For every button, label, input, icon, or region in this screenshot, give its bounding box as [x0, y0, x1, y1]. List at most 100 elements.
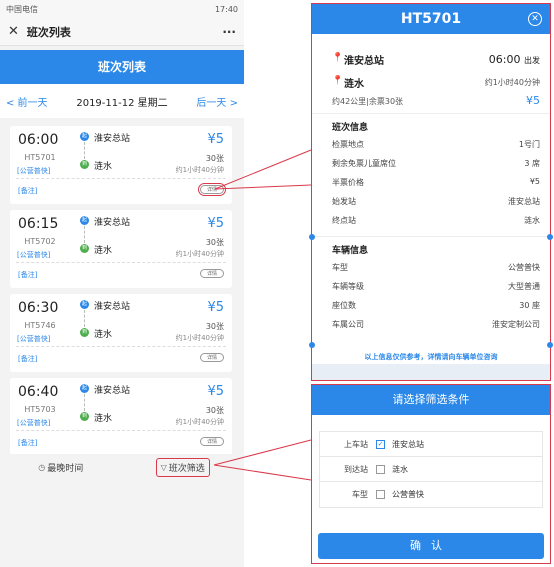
info-label: 始发站	[332, 197, 356, 206]
detail-button[interactable]: 详情	[198, 183, 226, 196]
ticket-price: ¥5	[207, 216, 224, 231]
phone-screen: 中国电信 17:40 ✕ 班次列表 ··· 班次列表 < 前一天 2019-11…	[0, 0, 244, 567]
detail-button[interactable]: 详情	[200, 269, 224, 278]
filter-value: 涟水	[392, 464, 408, 474]
destination-dot-icon: 到	[80, 244, 89, 253]
bottom-bar: ◷ 最晚时间 ▽ 班次筛选	[0, 454, 244, 480]
detail-to-station: 涟水	[344, 79, 364, 90]
detail-depart-time: 06:00 出发	[488, 53, 540, 66]
panel-edge-knob	[309, 342, 315, 348]
origin-dot-icon: 起	[80, 132, 89, 141]
next-day-button[interactable]: 后一天 >	[196, 94, 238, 109]
trip-duration: 约1小时40分钟	[175, 250, 224, 258]
destination-dot-icon: 到	[80, 328, 89, 337]
status-bar: 中国电信 17:40	[0, 0, 244, 18]
destination-dot-icon: 到	[80, 160, 89, 169]
detail-disclaimer: 以上信息仅供参考，详情请向车辆单位咨询	[364, 353, 498, 361]
trip-duration: 约1小时40分钟	[175, 334, 224, 342]
detail-distance: 约42公里|余票30张	[332, 97, 404, 106]
panel-bottom-strip	[312, 364, 550, 380]
bus-type: [公营普快]	[17, 167, 51, 175]
filter-button[interactable]: ▽ 班次筛选	[155, 457, 210, 477]
origin-station: 淮安总站	[94, 302, 131, 312]
panel-edge-knob	[309, 234, 315, 240]
panel-edge-knob	[547, 342, 553, 348]
trip-duration: 约1小时40分钟	[175, 418, 224, 426]
destination-station: 涟水	[94, 330, 113, 340]
departure-time: 06:40	[18, 384, 59, 400]
destination-station: 涟水	[94, 246, 113, 256]
info-value: 淮安定制公司	[492, 320, 540, 329]
divider	[16, 262, 226, 263]
info-value: 3 席	[524, 159, 540, 168]
close-icon[interactable]: ✕	[528, 12, 542, 26]
confirm-button[interactable]: 确认	[318, 533, 544, 559]
note-link[interactable]: [备注]	[18, 270, 37, 280]
latest-time-button[interactable]: ◷ 最晚时间	[34, 459, 87, 476]
detail-from-station: 淮安总站	[344, 56, 384, 67]
origin-dot-icon: 起	[80, 384, 89, 393]
seats-left: 30张	[205, 154, 224, 163]
detail-price: ¥5	[526, 94, 540, 107]
filter-checkbox[interactable]: ✓	[376, 439, 385, 449]
destination-station: 涟水	[94, 414, 113, 424]
filter-row: 上车站 ✓ 淮安总站	[320, 432, 542, 457]
filter-panel: 请选择筛选条件 上车站 ✓ 淮安总站 到达站 涟水车型 公营普快 确认	[311, 384, 551, 564]
latest-time-label: 最晚时间	[47, 463, 84, 474]
trip-card[interactable]: 06:30 HT5746 [公营普快] 起到 淮安总站 涟水 ¥5 30张 约1小时40分钟 [备…	[10, 294, 232, 372]
info-label: 车辆等级	[332, 282, 364, 291]
info-row: 检票地点 1号门	[312, 135, 550, 154]
page-header: 班次列表	[0, 50, 244, 84]
info-label: 车属公司	[332, 320, 364, 329]
trip-duration: 约1小时40分钟	[175, 166, 224, 174]
note-link[interactable]: [备注]	[18, 438, 37, 448]
prev-day-button[interactable]: < 前一天	[6, 94, 48, 109]
filter-label: 班次筛选	[168, 463, 205, 474]
trip-card[interactable]: 06:40 HT5703 [公营普快] 起到 淮安总站 涟水 ¥5 30张 约1小时40分钟 [备…	[10, 378, 232, 456]
trip-code: HT5746	[24, 321, 56, 330]
info-label: 终点站	[332, 216, 356, 225]
origin-dot-icon: 起	[80, 216, 89, 225]
filter-label: 车型	[352, 490, 368, 499]
info-label: 剩余免票儿童席位	[332, 159, 396, 168]
filter-table: 上车站 ✓ 淮安总站 到达站 涟水车型 公营普快	[319, 431, 543, 508]
info-row: 车型 公营普快	[312, 258, 550, 277]
info-value: 淮安总站	[508, 197, 540, 206]
origin-station: 淮安总站	[94, 134, 131, 144]
note-link[interactable]: [备注]	[18, 354, 37, 364]
window-title: 班次列表	[26, 25, 71, 39]
divider	[16, 346, 226, 347]
trip-info-heading: 班次信息	[332, 123, 369, 133]
close-icon[interactable]: ✕	[8, 24, 19, 39]
info-value: 公营普快	[508, 263, 540, 272]
detail-button[interactable]: 详情	[200, 437, 224, 446]
filter-row: 到达站 涟水	[320, 457, 542, 482]
vehicle-info-heading: 车辆信息	[332, 246, 369, 256]
clock-icon: ◷	[38, 462, 46, 472]
info-value: 涟水	[524, 216, 540, 225]
detail-button[interactable]: 详情	[200, 353, 224, 362]
panel-edge-knob	[547, 234, 553, 240]
seats-left: 30张	[205, 322, 224, 331]
destination-dot-icon: 到	[80, 412, 89, 421]
trip-card[interactable]: 06:00 HT5701 [公营普快] 起到 淮安总站 涟水 ¥5 30张 约1小时40分钟 [备…	[10, 126, 232, 204]
info-row: 剩余免票儿童席位 3 席	[312, 154, 550, 173]
trip-card[interactable]: 06:15 HT5702 [公营普快] 起到 淮安总站 涟水 ¥5 30张 约1小时40分钟 [备…	[10, 210, 232, 288]
info-value: 30 座	[519, 301, 540, 310]
info-label: 半票价格	[332, 178, 364, 187]
filter-header: 请选择筛选条件	[312, 385, 550, 415]
route-line	[84, 142, 85, 159]
origin-dot-icon: 起	[80, 300, 89, 309]
info-value: 1号门	[518, 140, 540, 149]
location-pin-icon: 📍	[332, 76, 344, 86]
filter-checkbox[interactable]	[376, 464, 385, 474]
departure-time: 06:30	[18, 300, 59, 316]
bus-type: [公营普快]	[17, 251, 51, 259]
info-label: 车型	[332, 263, 348, 272]
departure-time: 06:15	[18, 216, 59, 232]
note-link[interactable]: [备注]	[18, 186, 37, 196]
detail-header: HT5701 ✕	[312, 4, 550, 34]
filter-value: 公营普快	[392, 490, 424, 499]
more-icon[interactable]: ···	[222, 25, 236, 39]
filter-checkbox[interactable]	[376, 490, 385, 499]
